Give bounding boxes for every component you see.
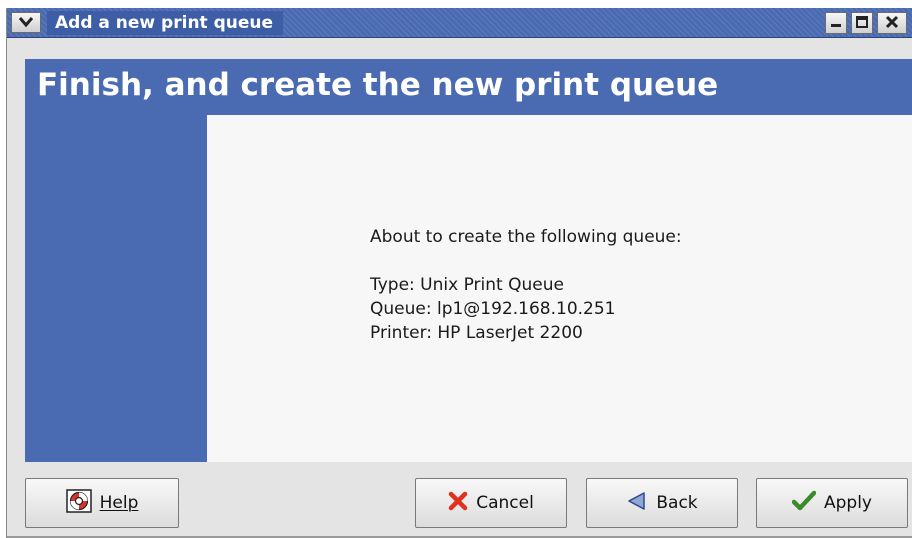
apply-button[interactable]: Apply [756,478,908,528]
content-panel: About to create the following queue: Typ… [207,115,912,462]
lifebuoy-icon [65,488,92,518]
left-triangle-icon [626,491,648,516]
window-menu-button[interactable] [11,12,41,33]
title-bar[interactable]: Add a new print queue [7,8,912,38]
cancel-button[interactable]: Cancel [415,478,567,528]
window-title: Add a new print queue [55,13,274,33]
queue-summary: About to create the following queue: Typ… [370,225,682,345]
summary-type: Type: Unix Print Queue [370,275,564,295]
print-queue-dialog: Add a new print queue Finish, and create… [6,8,912,538]
window-title-area: Add a new print queue [47,11,284,35]
x-icon [448,491,468,516]
help-button[interactable]: Help [25,478,179,528]
maximize-button[interactable] [851,12,873,34]
back-button[interactable]: Back [586,478,738,528]
chevron-down-icon [18,13,34,32]
page-header: Finish, and create the new print queue [25,59,912,115]
minimize-button[interactable] [825,12,847,34]
apply-button-label: Apply [824,493,872,513]
summary-spacer [370,249,682,273]
page-title: Finish, and create the new print queue [37,67,719,103]
summary-queue: Queue: lp1@192.168.10.251 [370,299,616,319]
sidebar-panel [25,115,207,462]
summary-intro: About to create the following queue: [370,227,682,247]
checkmark-icon [791,490,817,517]
back-button-label: Back [656,493,698,513]
minimize-icon [829,14,843,33]
maximize-icon [855,14,869,33]
close-icon [885,14,899,33]
close-button[interactable] [877,12,907,34]
summary-printer: Printer: HP LaserJet 2200 [370,323,583,343]
button-row: Help Cancel Back Apply [7,462,912,538]
help-button-label: Help [99,493,139,513]
cancel-button-label: Cancel [476,493,534,513]
